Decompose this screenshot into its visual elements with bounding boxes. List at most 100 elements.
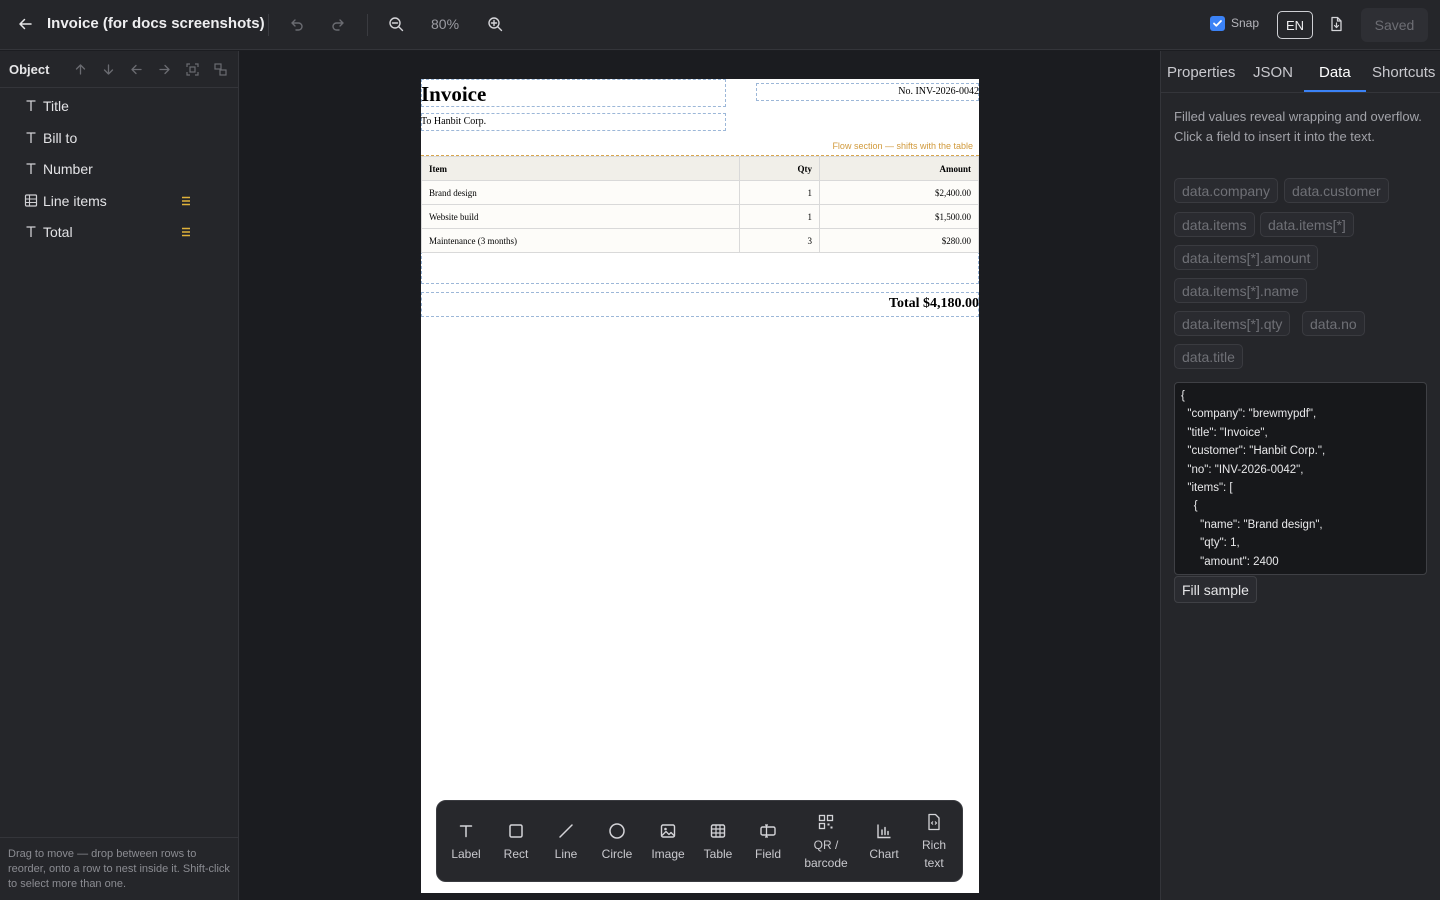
move-up-icon[interactable] — [66, 58, 94, 80]
tab-shortcuts[interactable]: Shortcuts — [1372, 64, 1435, 81]
tab-json[interactable]: JSON — [1253, 64, 1293, 81]
tool-label: Rect — [503, 846, 529, 861]
tool-qr-barcode-button[interactable]: QR / barcode — [797, 801, 855, 883]
tool-label: Field — [754, 846, 781, 861]
snap-checkbox[interactable] — [1210, 16, 1225, 31]
tab-data[interactable]: Data — [1319, 64, 1351, 81]
table-icon — [710, 823, 726, 838]
invoice-total[interactable]: Total $4,180.00 — [889, 296, 979, 312]
qty-cell: 1 — [739, 204, 820, 229]
text-icon — [26, 163, 36, 174]
snap-label[interactable]: Snap — [1231, 16, 1259, 30]
field-chip[interactable]: data.items[*].name — [1174, 278, 1307, 303]
document-title[interactable]: Invoice (for docs screenshots) — [47, 15, 265, 32]
field-chip[interactable]: data.company — [1174, 178, 1278, 203]
language-button[interactable]: EN — [1277, 11, 1313, 39]
bill-to-text[interactable]: To Hanbit Corp. — [421, 116, 486, 127]
object-panel-title: Object — [9, 62, 50, 77]
column-header-qty: Qty — [739, 156, 820, 181]
fill-sample-button[interactable]: Fill sample — [1174, 576, 1257, 603]
object-row-number[interactable]: Number — [0, 156, 239, 184]
tool-rich-text-button[interactable]: Rich text — [913, 801, 955, 883]
tool-label: Chart — [869, 846, 899, 861]
field-chip[interactable]: data.no — [1302, 311, 1365, 336]
invoice-title[interactable]: Invoice — [421, 82, 486, 107]
text-icon — [459, 824, 473, 837]
table-icon — [24, 194, 38, 207]
text-icon — [26, 226, 36, 237]
select-group-icon[interactable] — [178, 58, 206, 80]
indent-icon[interactable] — [150, 58, 178, 80]
back-arrow-icon[interactable] — [11, 10, 39, 38]
tool-label: Table — [703, 846, 733, 861]
outdent-icon[interactable] — [122, 58, 150, 80]
check-icon — [1213, 20, 1222, 27]
ungroup-icon[interactable] — [206, 58, 234, 80]
zoom-out-icon[interactable] — [382, 10, 410, 38]
tool-label: Line — [554, 846, 578, 861]
invoice-number[interactable]: No. INV-2026-0042 — [898, 86, 979, 97]
object-label: Title — [43, 98, 69, 114]
tool-line-button[interactable]: Line — [545, 801, 587, 883]
field-chip[interactable]: data.items[*] — [1260, 212, 1354, 237]
field-chip[interactable]: data.items[*].amount — [1174, 245, 1319, 270]
invoice-page[interactable]: Invoice No. INV-2026-0042 To Hanbit Corp… — [421, 79, 979, 893]
tool-image-button[interactable]: Image — [645, 801, 691, 883]
pdf-export-icon[interactable] — [1322, 10, 1350, 38]
tool-chart-button[interactable]: Chart — [863, 801, 905, 883]
circle-icon — [609, 822, 625, 839]
toolbar-divider — [268, 14, 269, 36]
object-label: Line items — [43, 193, 107, 209]
table-row: Website build 1 $1,500.00 — [421, 204, 979, 229]
object-label: Total — [43, 224, 73, 240]
qty-cell: 1 — [739, 180, 820, 205]
object-row-title[interactable]: Title — [0, 93, 239, 121]
amount-cell: $1,500.00 — [819, 204, 979, 229]
tool-label: Rich text — [921, 837, 946, 870]
tool-field-button[interactable]: Field — [747, 801, 789, 883]
field-icon — [760, 823, 776, 838]
tool-label-button[interactable]: Label — [445, 801, 487, 883]
tool-table-button[interactable]: Table — [697, 801, 739, 883]
flow-section-note: Flow section — shifts with the table — [832, 141, 973, 151]
tab-properties[interactable]: Properties — [1167, 64, 1235, 81]
item-name-cell: Brand design — [421, 180, 740, 205]
tool-label: QR / barcode — [804, 837, 848, 870]
object-panel-header: Object — [0, 51, 238, 88]
toolbar-divider — [367, 14, 368, 36]
zoom-in-icon[interactable] — [481, 10, 509, 38]
tool-rect-button[interactable]: Rect — [495, 801, 537, 883]
image-icon — [660, 823, 676, 838]
element-toolbox: Label Rect Line Circle Image Table Field — [436, 800, 963, 882]
field-chip[interactable]: data.items — [1174, 212, 1255, 237]
saved-button[interactable]: Saved — [1361, 8, 1428, 42]
zoom-level[interactable]: 80% — [431, 16, 459, 32]
field-chip[interactable]: data.items[*].qty — [1174, 311, 1291, 336]
object-label: Bill to — [43, 130, 78, 146]
object-row-bill-to[interactable]: Bill to — [0, 125, 239, 153]
table-row: Brand design 1 $2,400.00 — [421, 180, 979, 205]
line-icon — [559, 823, 573, 838]
rich-text-icon — [928, 813, 940, 830]
text-icon — [26, 100, 36, 111]
move-down-icon[interactable] — [94, 58, 122, 80]
tool-label: Circle — [601, 846, 633, 861]
inspector-tabs: Properties JSON Data Shortcuts — [1161, 51, 1440, 93]
field-chip[interactable]: data.customer — [1284, 178, 1389, 203]
top-bar: Invoice (for docs screenshots) 80% Snap … — [0, 0, 1440, 50]
redo-icon[interactable] — [324, 10, 352, 38]
item-name-cell: Website build — [421, 204, 740, 229]
tool-label: Label — [451, 846, 481, 861]
field-chip[interactable]: data.title — [1174, 344, 1243, 369]
line-items-table[interactable]: Item Qty Amount Brand design 1 $2,400.00… — [421, 156, 979, 253]
object-panel-hint: Drag to move — drop between rows to reor… — [0, 837, 239, 900]
sample-data-textarea[interactable]: { "company": "brewmypdf", "title": "Invo… — [1174, 382, 1427, 575]
item-name-cell: Maintenance (3 months) — [421, 228, 740, 253]
table-header-row: Item Qty Amount — [421, 156, 979, 181]
amount-cell: $280.00 — [819, 228, 979, 253]
object-row-total[interactable]: Total — [0, 219, 239, 247]
undo-icon[interactable] — [283, 10, 311, 38]
canvas-area[interactable]: Invoice No. INV-2026-0042 To Hanbit Corp… — [240, 51, 1160, 900]
object-row-line-items[interactable]: Line items — [0, 188, 239, 216]
tool-circle-button[interactable]: Circle — [595, 801, 639, 883]
